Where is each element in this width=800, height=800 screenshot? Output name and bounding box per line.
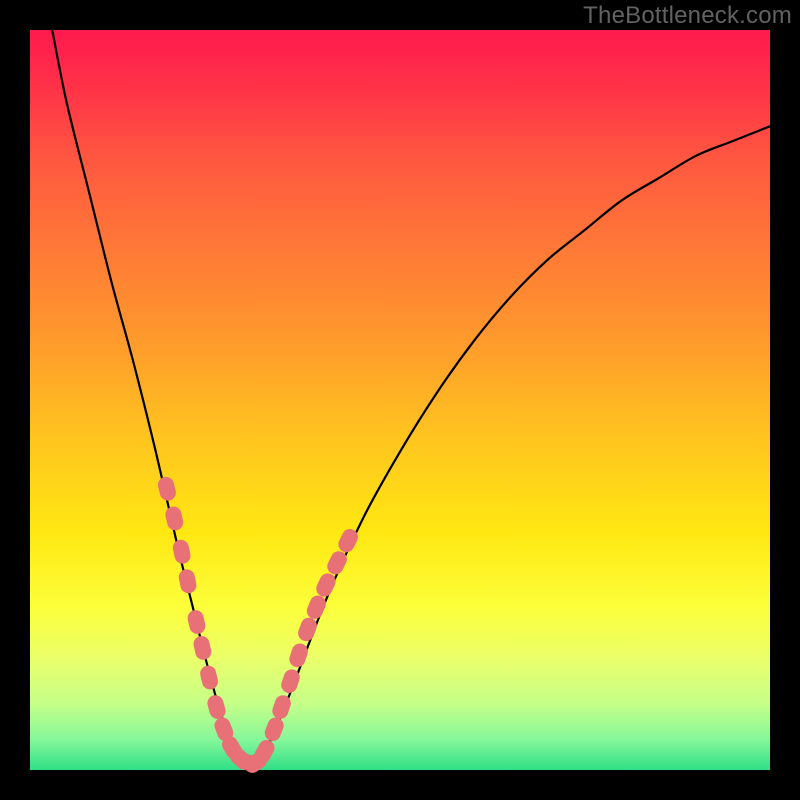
curve-marker bbox=[262, 715, 286, 743]
bottleneck-curve bbox=[52, 30, 770, 763]
curve-marker bbox=[156, 475, 177, 502]
curve-marker bbox=[296, 615, 319, 643]
curve-marker bbox=[206, 693, 228, 720]
curve-marker bbox=[177, 568, 198, 595]
curve-marker bbox=[186, 609, 207, 636]
curve-marker bbox=[314, 571, 339, 600]
curve-marker bbox=[192, 634, 213, 661]
curve-marker bbox=[304, 593, 328, 621]
chart-frame: TheBottleneck.com bbox=[0, 0, 800, 800]
curve-marker bbox=[199, 664, 220, 691]
curve-marker bbox=[171, 538, 192, 565]
bottleneck-curve-svg bbox=[30, 30, 770, 770]
watermark-text: TheBottleneck.com bbox=[583, 2, 792, 30]
plot-area bbox=[30, 30, 770, 770]
markers-group bbox=[156, 475, 360, 776]
curve-marker bbox=[287, 641, 310, 669]
curve-marker bbox=[164, 505, 185, 532]
